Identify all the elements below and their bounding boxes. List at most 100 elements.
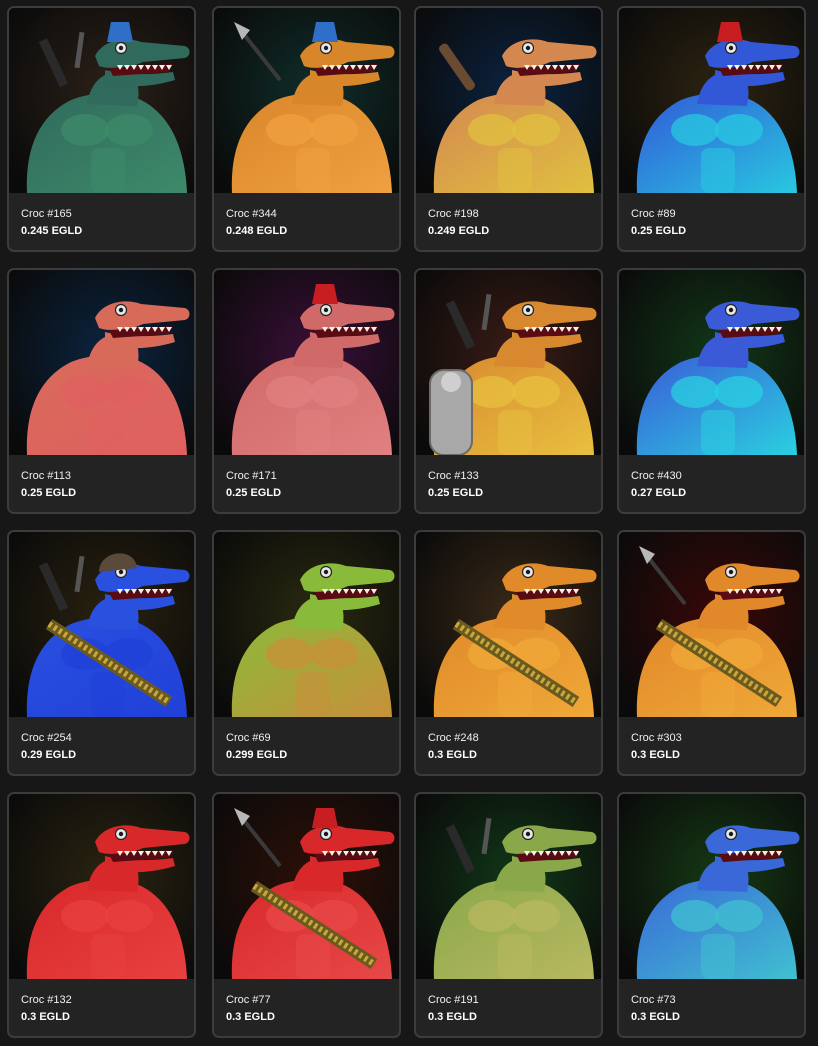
nft-card[interactable]: Croc #254 0.29 EGLD xyxy=(7,530,196,776)
red-fez-hat xyxy=(312,284,338,304)
croc-abs xyxy=(701,672,735,717)
croc-pupil xyxy=(525,569,531,575)
croc-abs xyxy=(498,672,532,717)
nft-card[interactable]: Croc #191 0.3 EGLD xyxy=(414,792,603,1038)
croc-pec-left xyxy=(61,900,109,932)
nft-price: 0.3 EGLD xyxy=(428,1011,477,1023)
nft-name: Croc #344 xyxy=(226,208,277,220)
nft-name: Croc #69 xyxy=(226,732,271,744)
nft-card[interactable]: Croc #165 0.245 EGLD xyxy=(7,6,196,252)
croc-pec-right xyxy=(512,114,560,146)
croc-pec-left xyxy=(266,114,314,146)
croc-illustration xyxy=(214,794,399,979)
nft-image xyxy=(9,532,194,717)
nft-name: Croc #73 xyxy=(631,994,676,1006)
nft-card[interactable]: Croc #77 0.3 EGLD xyxy=(212,792,401,1038)
croc-pupil xyxy=(323,45,329,51)
croc-pec-right xyxy=(310,114,358,146)
nft-card[interactable]: Croc #89 0.25 EGLD xyxy=(617,6,806,252)
nft-name: Croc #113 xyxy=(21,470,71,482)
nft-card[interactable]: Croc #171 0.25 EGLD xyxy=(212,268,401,514)
croc-pec-left xyxy=(671,900,719,932)
nft-card[interactable]: Croc #430 0.27 EGLD xyxy=(617,268,806,514)
nft-price: 0.29 EGLD xyxy=(21,749,77,761)
croc-abs xyxy=(91,672,125,717)
nft-image xyxy=(214,270,399,455)
nft-image xyxy=(416,8,601,193)
nft-price: 0.25 EGLD xyxy=(21,487,77,499)
nft-card[interactable]: Croc #198 0.249 EGLD xyxy=(414,6,603,252)
nft-name: Croc #248 xyxy=(428,732,479,744)
croc-pupil xyxy=(728,569,734,575)
robot-shoulder xyxy=(441,372,461,392)
nft-name: Croc #303 xyxy=(631,732,682,744)
croc-illustration xyxy=(214,8,399,193)
nft-card[interactable]: Croc #132 0.3 EGLD xyxy=(7,792,196,1038)
nft-card[interactable]: Croc #113 0.25 EGLD xyxy=(7,268,196,514)
croc-pec-right xyxy=(105,376,153,408)
nft-card[interactable]: Croc #69 0.299 EGLD xyxy=(212,530,401,776)
nft-price: 0.25 EGLD xyxy=(226,487,282,499)
nft-card[interactable]: Croc #73 0.3 EGLD xyxy=(617,792,806,1038)
croc-pec-left xyxy=(468,900,516,932)
croc-pec-right xyxy=(105,900,153,932)
nft-image xyxy=(9,794,194,979)
croc-pupil xyxy=(323,831,329,837)
nft-price: 0.3 EGLD xyxy=(226,1011,275,1023)
croc-abs xyxy=(296,672,330,717)
croc-pupil xyxy=(118,45,124,51)
croc-abs xyxy=(701,410,735,455)
nft-image xyxy=(9,8,194,193)
nft-card[interactable]: Croc #303 0.3 EGLD xyxy=(617,530,806,776)
croc-pec-left xyxy=(61,114,109,146)
nft-price: 0.25 EGLD xyxy=(428,487,484,499)
nft-image xyxy=(214,532,399,717)
croc-abs xyxy=(296,934,330,979)
croc-pupil xyxy=(118,831,124,837)
croc-illustration xyxy=(619,532,804,717)
nft-price: 0.249 EGLD xyxy=(428,225,490,237)
nft-price: 0.3 EGLD xyxy=(631,749,680,761)
croc-pec-left xyxy=(671,376,719,408)
nft-card[interactable]: Croc #248 0.3 EGLD xyxy=(414,530,603,776)
croc-pec-right xyxy=(310,376,358,408)
croc-pupil xyxy=(728,307,734,313)
croc-pupil xyxy=(525,831,531,837)
nft-card[interactable]: Croc #133 0.25 EGLD xyxy=(414,268,603,514)
nft-image xyxy=(214,794,399,979)
croc-pec-right xyxy=(715,376,763,408)
croc-abs xyxy=(91,934,125,979)
nft-name: Croc #89 xyxy=(631,208,676,220)
croc-illustration xyxy=(416,532,601,717)
nft-card[interactable]: Croc #344 0.248 EGLD xyxy=(212,6,401,252)
nft-name: Croc #171 xyxy=(226,470,277,482)
croc-pupil xyxy=(525,45,531,51)
nft-price: 0.299 EGLD xyxy=(226,749,288,761)
nft-name: Croc #133 xyxy=(428,470,479,482)
nft-image xyxy=(619,8,804,193)
nft-price: 0.245 EGLD xyxy=(21,225,83,237)
croc-pec-left xyxy=(671,114,719,146)
croc-pec-right xyxy=(105,114,153,146)
nft-name: Croc #77 xyxy=(226,994,271,1006)
croc-abs xyxy=(91,410,125,455)
nft-image xyxy=(619,532,804,717)
nft-price: 0.3 EGLD xyxy=(21,1011,70,1023)
croc-pec-left xyxy=(468,376,516,408)
red-fez-hat xyxy=(717,22,743,42)
croc-illustration xyxy=(9,8,194,193)
croc-illustration xyxy=(9,532,194,717)
nft-name: Croc #198 xyxy=(428,208,479,220)
croc-illustration xyxy=(214,270,399,455)
croc-pupil xyxy=(525,307,531,313)
croc-abs xyxy=(701,148,735,193)
nft-name: Croc #191 xyxy=(428,994,479,1006)
croc-illustration xyxy=(416,794,601,979)
croc-pec-right xyxy=(512,376,560,408)
nft-price: 0.3 EGLD xyxy=(631,1011,680,1023)
nft-price: 0.25 EGLD xyxy=(631,225,687,237)
nft-image xyxy=(214,8,399,193)
croc-pupil xyxy=(118,307,124,313)
croc-abs xyxy=(296,148,330,193)
nft-image xyxy=(416,270,601,455)
